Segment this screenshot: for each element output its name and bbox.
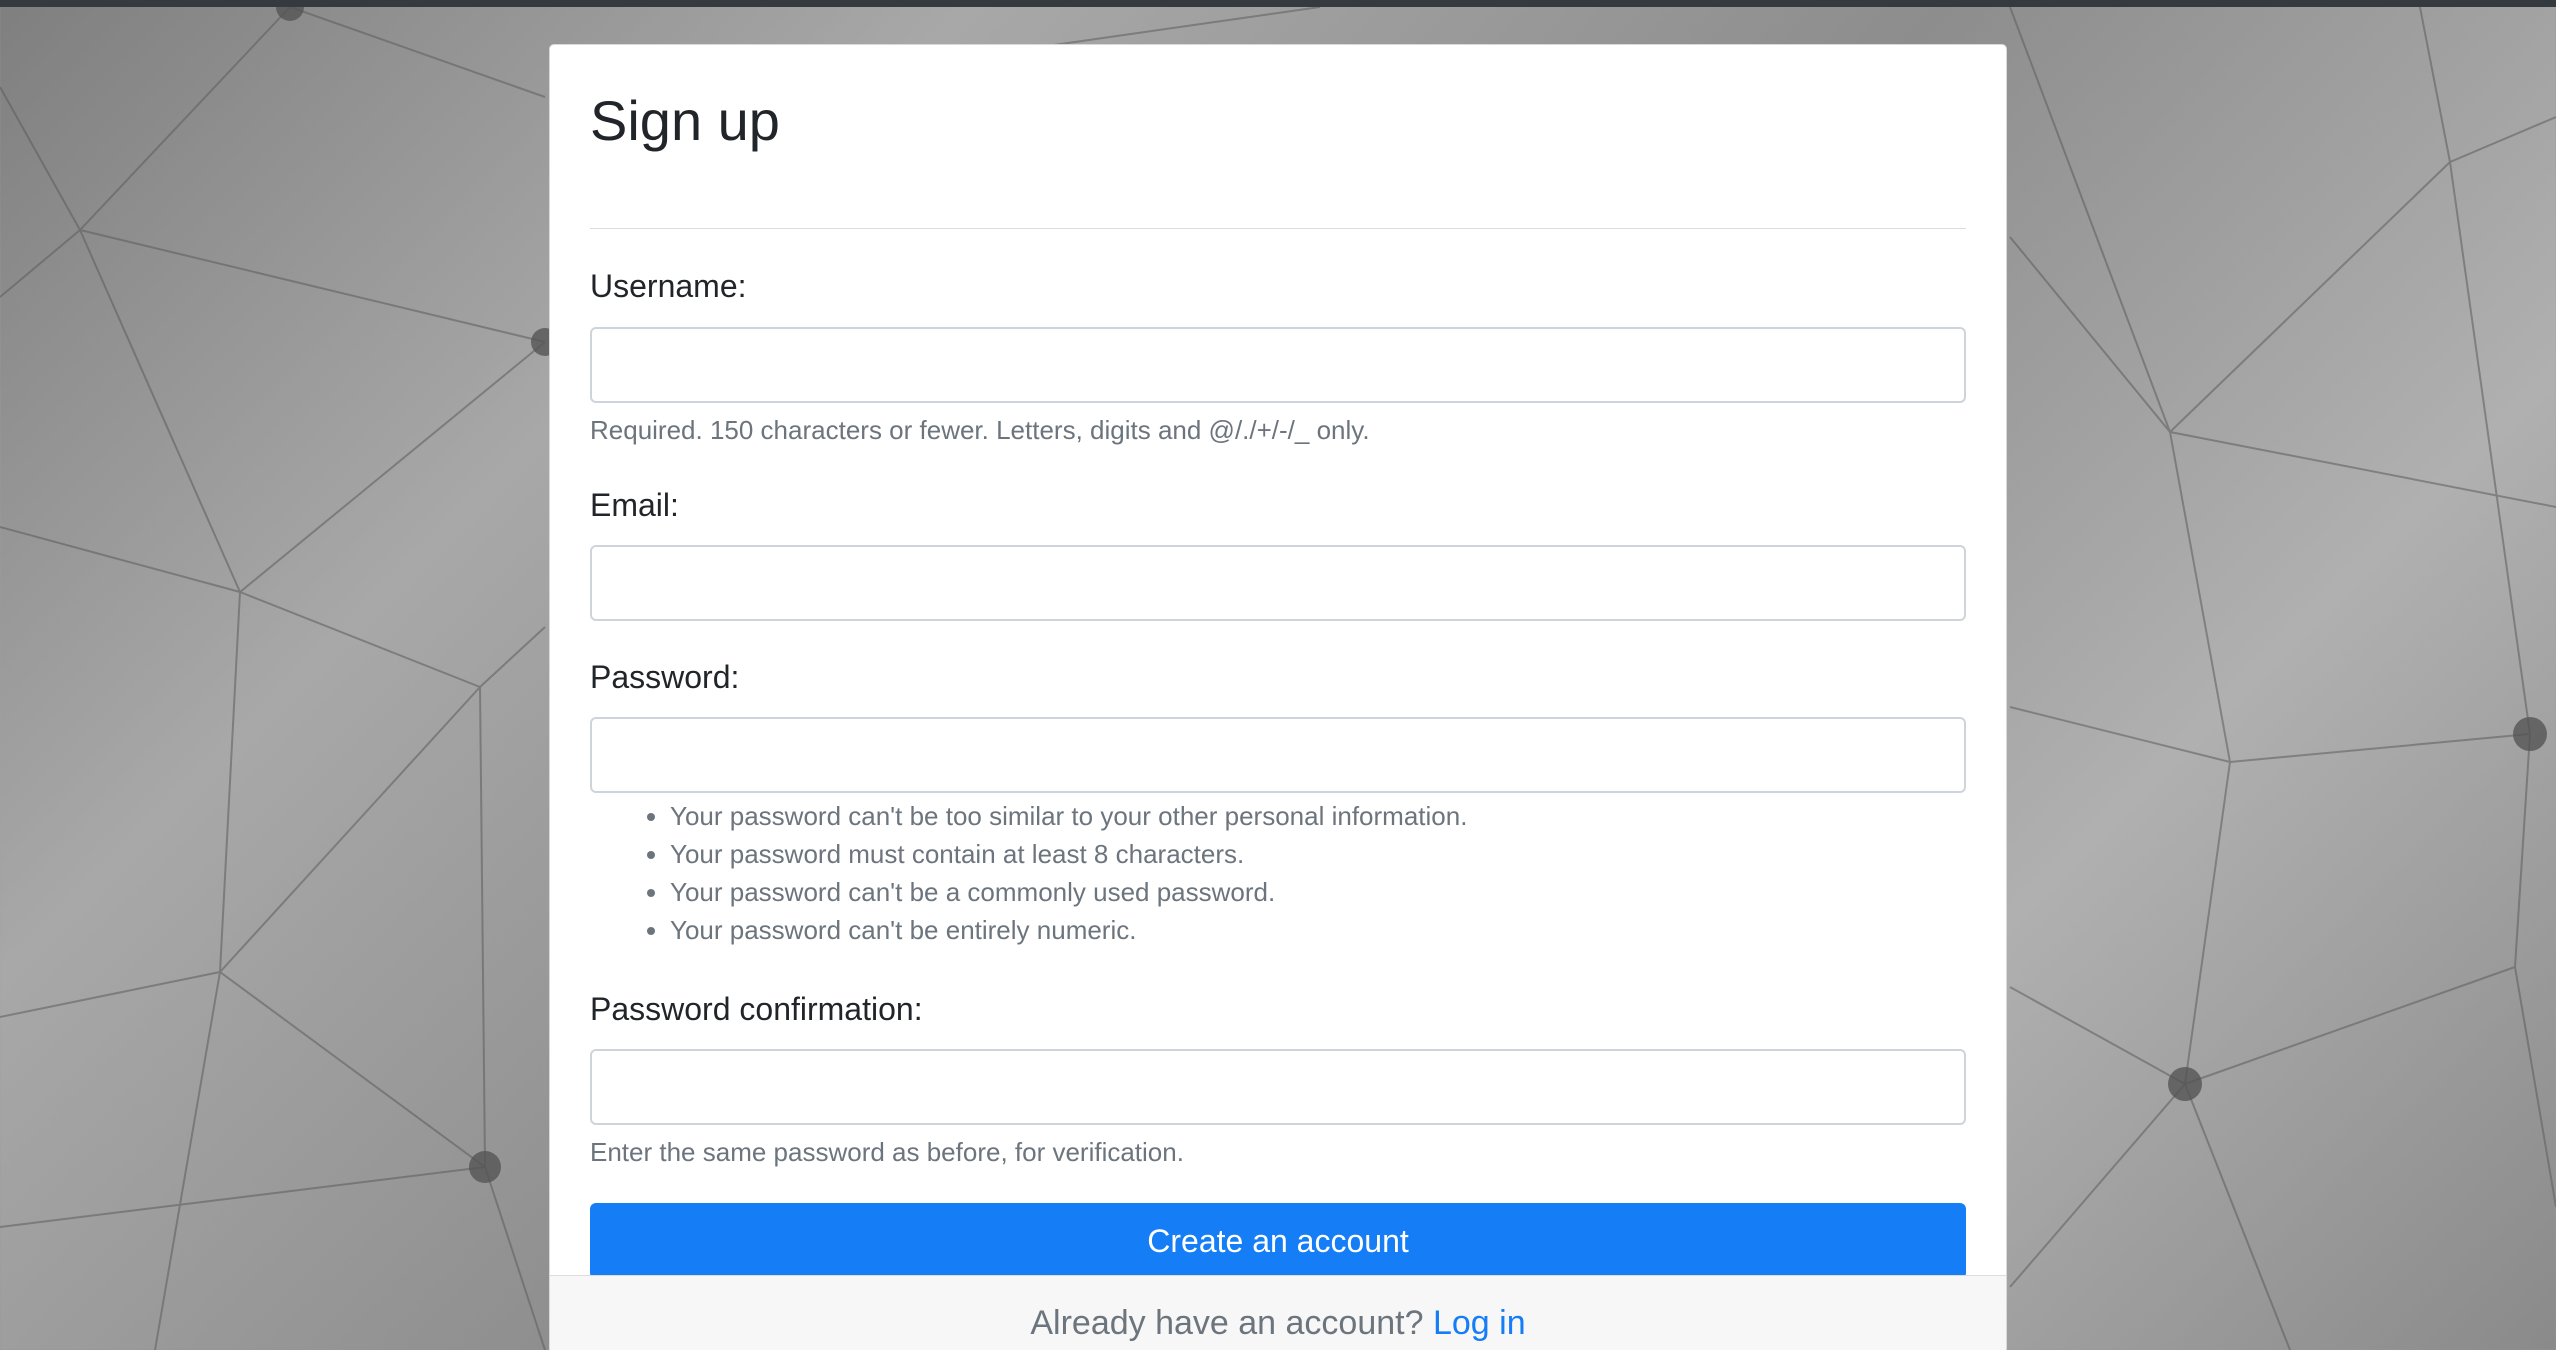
page-title: Sign up [590,89,780,152]
password-confirmation-label: Password confirmation: [590,991,923,1027]
password-requirements-list: Your password can't be too similar to yo… [590,797,1467,949]
password-rule: Your password can't be too similar to yo… [670,797,1467,835]
username-label: Username: [590,268,747,304]
top-navbar [0,0,2556,7]
email-input[interactable] [590,545,1966,621]
login-link[interactable]: Log in [1433,1304,1526,1342]
username-input[interactable] [590,327,1966,403]
username-help-text: Required. 150 characters or fewer. Lette… [590,415,1370,445]
create-account-button[interactable]: Create an account [590,1203,1966,1279]
login-prompt-text: Already have an account? [1030,1304,1424,1342]
password-confirmation-input[interactable] [590,1049,1966,1125]
password-rule: Your password must contain at least 8 ch… [670,835,1467,873]
password-rule: Your password can't be entirely numeric. [670,911,1467,949]
signup-card: Sign up Username: Required. 150 characte… [549,44,2007,1350]
signup-form: Sign up Username: Required. 150 characte… [550,45,2006,1279]
password-confirmation-help-text: Enter the same password as before, for v… [590,1137,1184,1167]
password-rule: Your password can't be a commonly used p… [670,873,1467,911]
card-footer: Already have an account? Log in [550,1275,2006,1350]
email-label: Email: [590,487,679,523]
password-label: Password: [590,659,740,695]
password-input[interactable] [590,717,1966,793]
title-divider [590,228,1966,229]
